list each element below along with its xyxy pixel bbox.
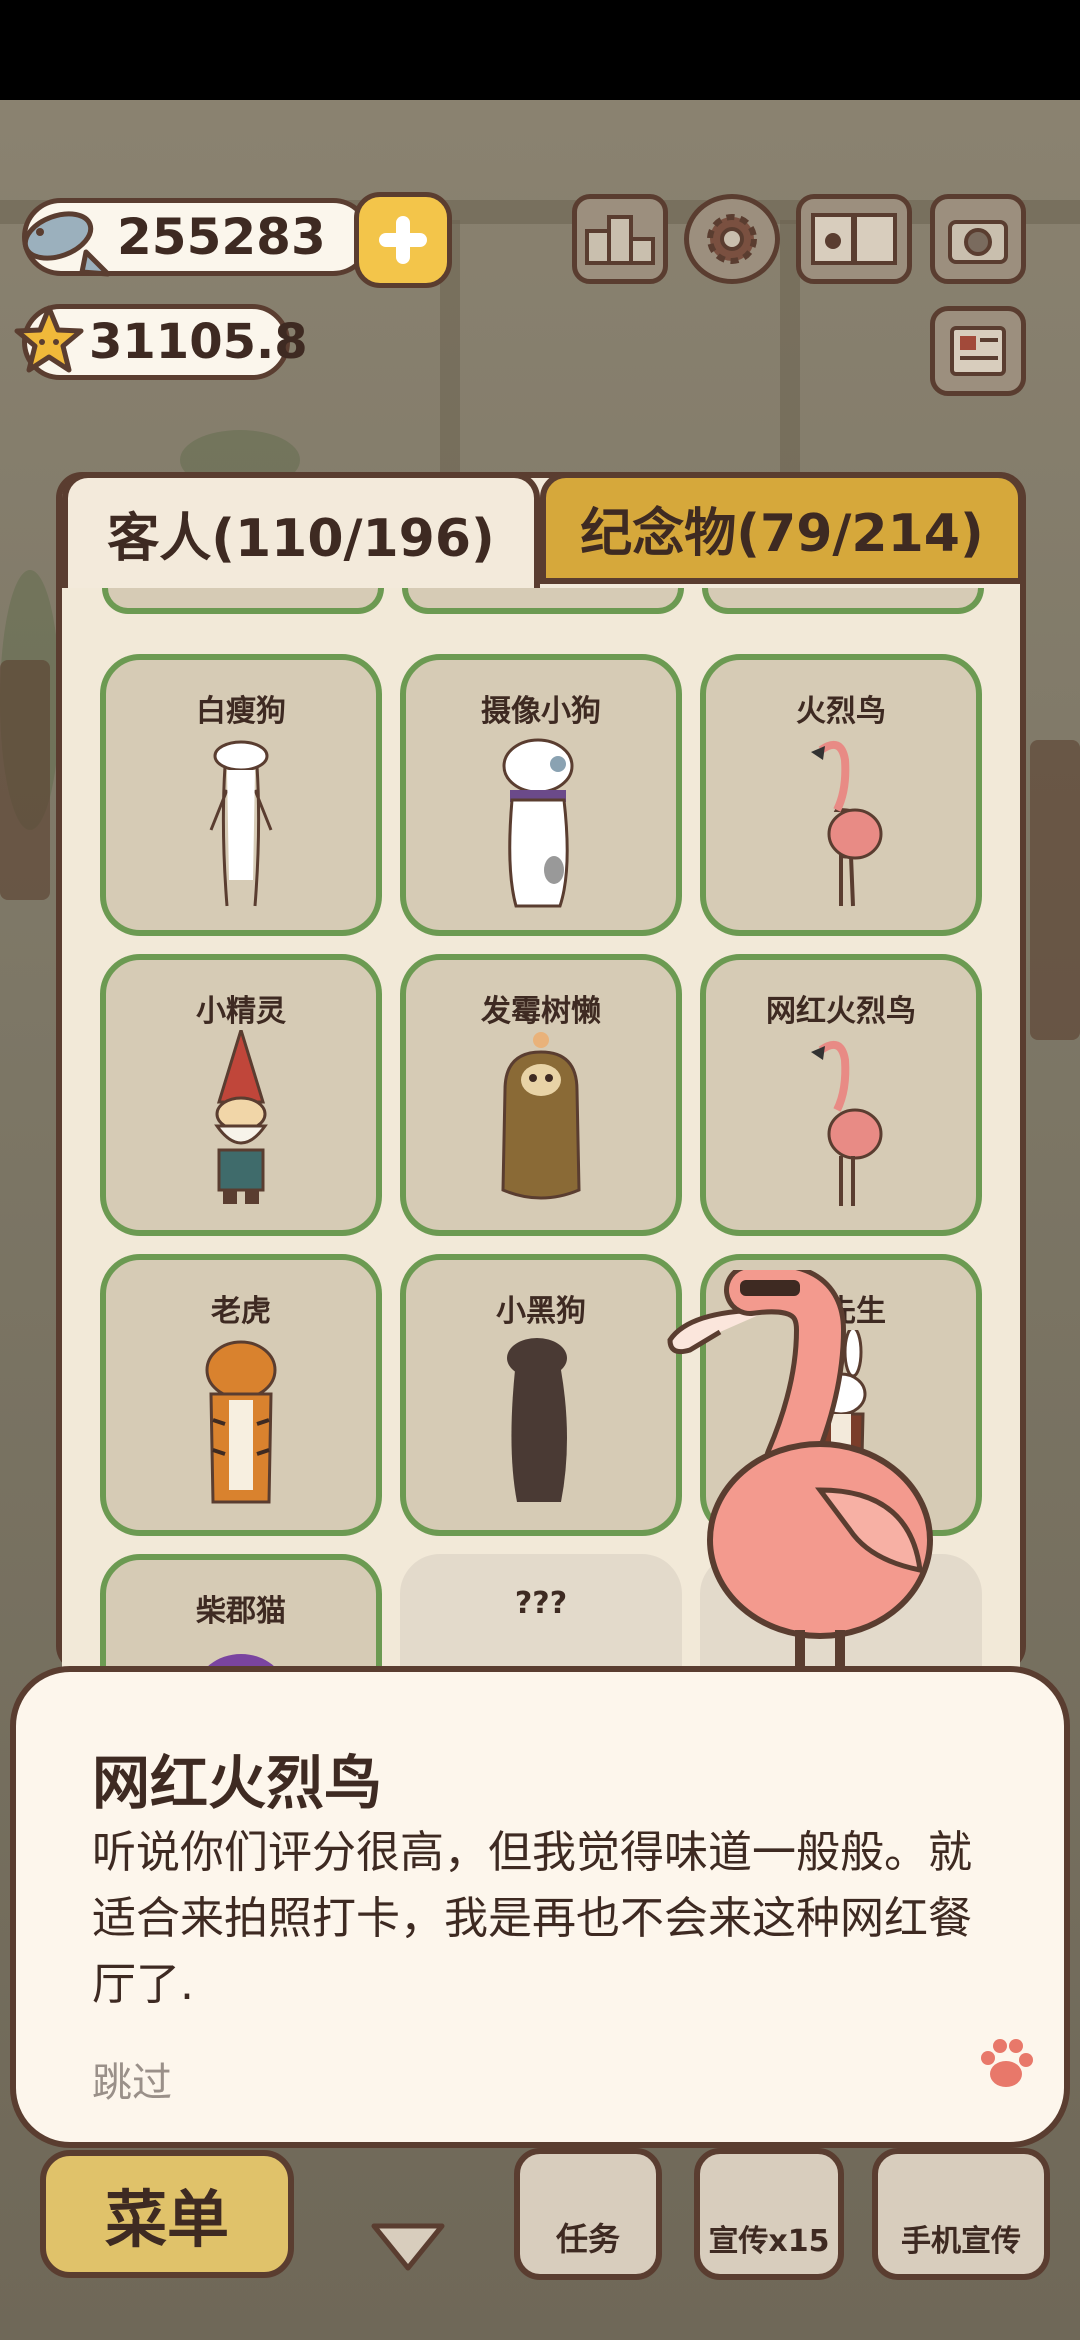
dialog-box[interactable]: 网红火烈鸟 听说你们评分很高，但我觉得味道一般般。就适合来拍照打卡，我是再也不会… xyxy=(10,1666,1070,2148)
guest-card[interactable]: 柴郡猫 xyxy=(100,1554,382,1672)
guest-card[interactable]: 发霉树懒 xyxy=(400,954,682,1236)
menu-button[interactable]: 菜单 xyxy=(40,2150,294,2278)
guest-card[interactable]: 老虎 xyxy=(100,1254,382,1536)
tab-souvenirs[interactable]: 纪念物(79/214) xyxy=(540,472,1024,584)
white-dog-icon xyxy=(209,740,273,907)
gear-icon xyxy=(707,214,757,264)
star-icon xyxy=(14,305,84,373)
promo-button[interactable]: 宣传x15 xyxy=(694,2148,844,2280)
camera-button[interactable] xyxy=(930,194,1026,284)
guest-name: 网红火烈鸟 xyxy=(766,994,916,1029)
paw-book-icon xyxy=(811,213,897,265)
tab-guests[interactable]: 客人(110/196) xyxy=(62,472,540,588)
tasks-label: 任务 xyxy=(555,2220,620,2258)
sloth-icon xyxy=(501,1032,581,1200)
guest-name: 柴郡猫 xyxy=(196,1594,286,1629)
paw-icon[interactable] xyxy=(974,2032,1038,2096)
flamingo-icon xyxy=(811,740,883,907)
camera-icon xyxy=(948,220,1008,264)
guest-card[interactable]: 网红火烈鸟 xyxy=(700,954,982,1236)
dialog-speaker: 网红火烈鸟 xyxy=(92,1749,383,1817)
guest-name: 火烈鸟 xyxy=(796,694,886,729)
guest-name: 白瘦狗 xyxy=(196,694,286,729)
table xyxy=(1030,740,1080,1040)
flamingo-icon xyxy=(811,1040,883,1206)
dialog-text: 听说你们评分很高，但我觉得味道一般般。就适合来拍照打卡，我是再也不会来这种网红餐… xyxy=(92,1827,972,2010)
guest-card-locked[interactable]: ??? xyxy=(400,1554,682,1672)
status-bar xyxy=(0,0,1080,100)
star-count: 31105.8 xyxy=(89,314,308,370)
guest-name: 摄像小狗 xyxy=(481,694,601,729)
guest-name: 小精灵 xyxy=(196,994,286,1029)
newspaper-icon xyxy=(950,326,1006,376)
guest-card[interactable]: 摄像小狗 xyxy=(400,654,682,936)
guest-card[interactable]: 小精灵 xyxy=(100,954,382,1236)
fish-icon xyxy=(22,211,111,277)
tasks-button[interactable]: 任务 xyxy=(514,2148,662,2280)
skip-button[interactable]: 跳过 xyxy=(92,2050,172,2108)
table xyxy=(0,660,50,900)
guest-card[interactable]: 火烈鸟 xyxy=(700,654,982,936)
chevron-down-icon[interactable] xyxy=(368,2218,448,2276)
guest-card[interactable]: 白瘦狗 xyxy=(100,654,382,936)
phone-promo-label: 手机宣传 xyxy=(901,2224,1021,2259)
promo-label: 宣传x15 xyxy=(708,2224,830,2259)
settings-button[interactable] xyxy=(684,194,780,284)
guest-card-partial xyxy=(402,588,684,614)
black-dog-icon xyxy=(507,1338,567,1502)
gnome-icon xyxy=(214,1030,268,1204)
tiger-icon xyxy=(205,1340,277,1504)
guest-name: 发霉树懒 xyxy=(481,994,601,1029)
influencer-flamingo-character xyxy=(667,1270,933,1680)
camera-dog-icon xyxy=(502,738,574,908)
guestbook-button[interactable] xyxy=(796,194,912,284)
guest-card-partial xyxy=(702,588,984,614)
guest-card-partial xyxy=(102,588,384,614)
guest-name: 小黑狗 xyxy=(496,1294,586,1329)
guest-name: ??? xyxy=(514,1586,568,1621)
ranking-button[interactable] xyxy=(572,194,668,284)
fish-count: 255283 xyxy=(117,208,326,266)
ranking-icon xyxy=(585,215,655,265)
news-button[interactable] xyxy=(930,306,1026,396)
add-currency-button[interactable] xyxy=(354,192,452,288)
plus-icon xyxy=(379,216,427,264)
guest-name: 老虎 xyxy=(211,1294,271,1329)
phone-promo-button[interactable]: 手机宣传 xyxy=(872,2148,1050,2280)
guest-card[interactable]: 小黑狗 xyxy=(400,1254,682,1536)
